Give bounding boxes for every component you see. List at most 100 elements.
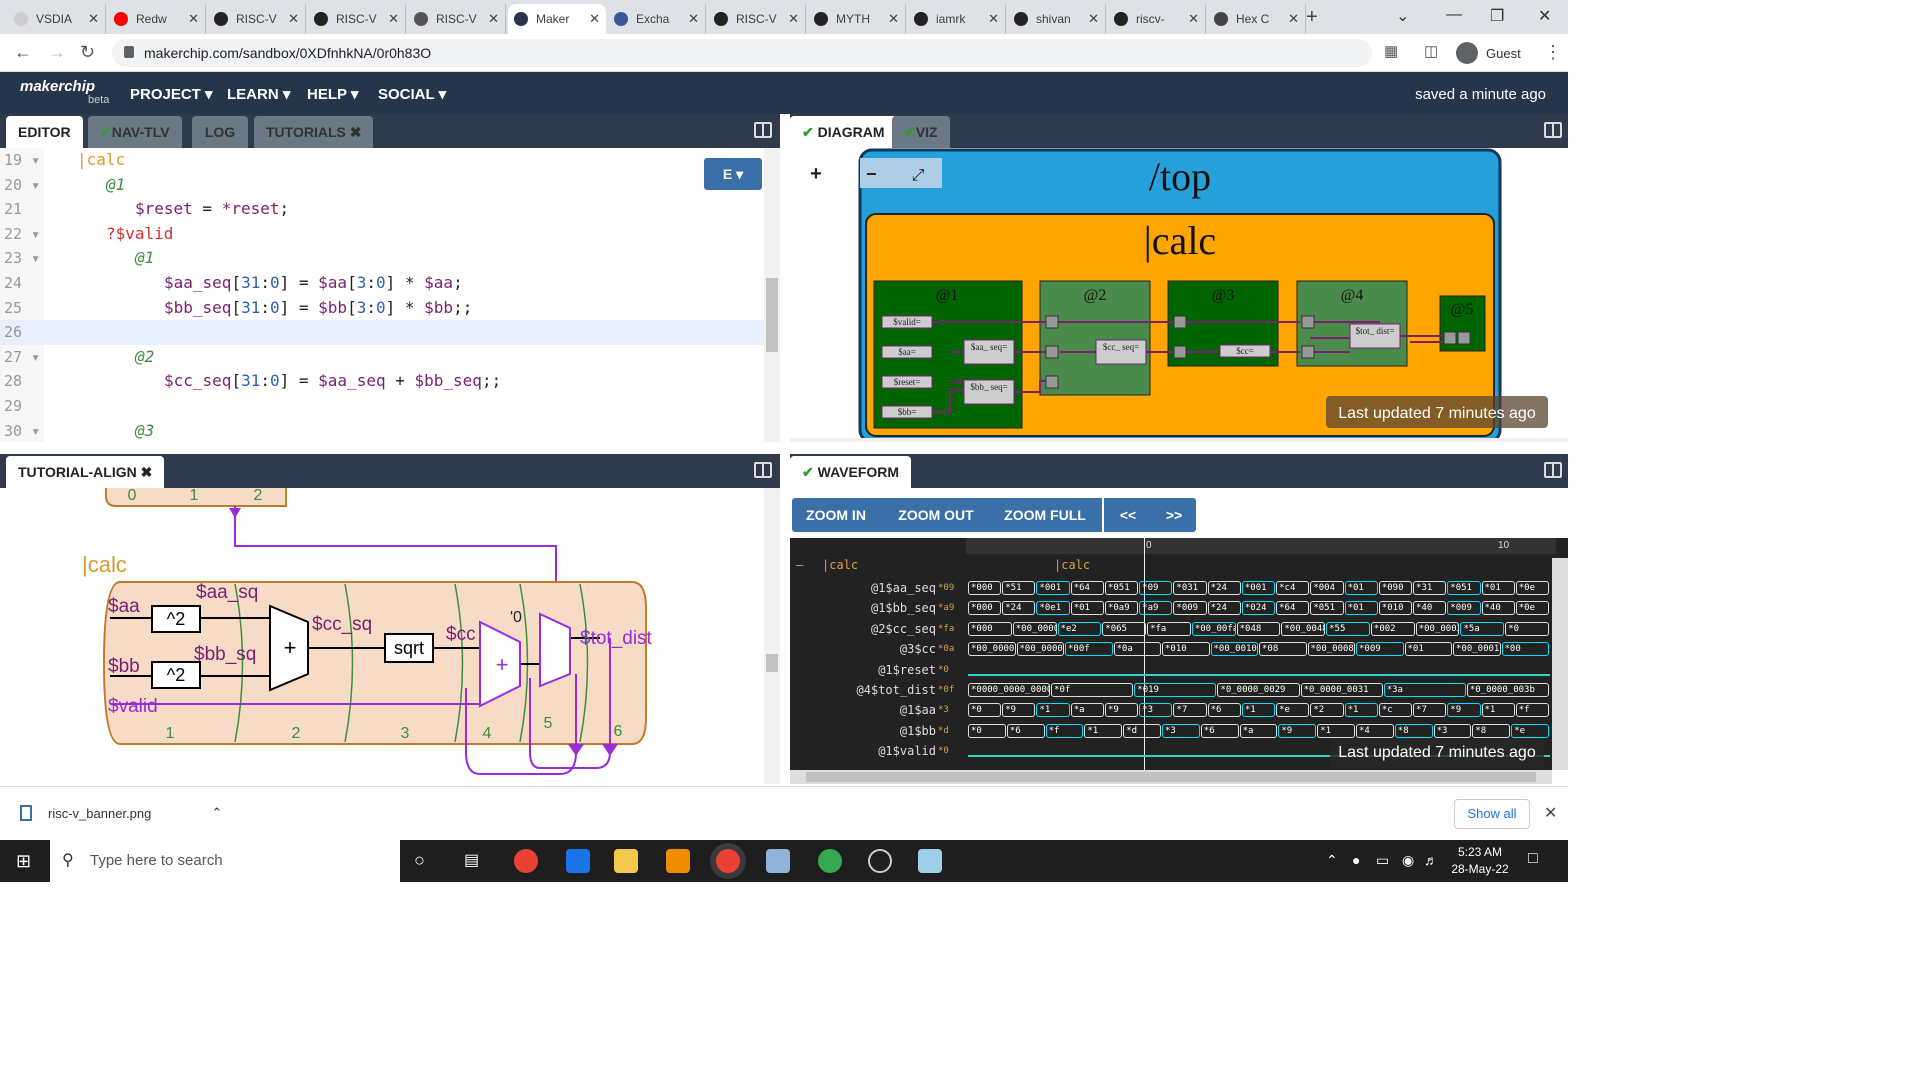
signal-name[interactable]: @1$valid xyxy=(790,741,936,761)
edge-icon[interactable] xyxy=(566,849,590,873)
code-line[interactable]: 28 $cc_seq[31:0] = $aa_seq + $bb_seq;; xyxy=(0,369,764,394)
close-tab-icon[interactable]: ✕ xyxy=(788,11,799,27)
signal-name[interactable]: @1$aa xyxy=(790,700,936,720)
makerchip-logo[interactable]: makerchip xyxy=(20,78,95,95)
tab-log[interactable]: LOG xyxy=(192,116,248,148)
editor-scroll-thumb[interactable] xyxy=(766,278,778,352)
diagram-hscroll[interactable] xyxy=(790,438,1568,442)
code-line[interactable]: 21 $reset = *reset; xyxy=(0,197,764,222)
close-tab-icon[interactable]: ✕ xyxy=(1088,11,1099,27)
chrome-icon[interactable] xyxy=(514,849,538,873)
zoom-in-button[interactable]: ZOOM IN xyxy=(796,498,876,532)
tab-nav-tlv[interactable]: ✔NAV-TLV xyxy=(88,116,182,148)
code-line[interactable]: 24 $aa_seq[31:0] = $aa[3:0] * $aa; xyxy=(0,271,764,296)
file-explorer-icon[interactable] xyxy=(614,849,638,873)
editor-options-button[interactable]: E ▾ xyxy=(704,158,762,190)
waveform-vscroll[interactable] xyxy=(1552,558,1568,770)
code-line[interactable]: 25 $bb_seq[31:0] = $bb[3:0] * $bb;; xyxy=(0,296,764,321)
windows-start-icon[interactable]: ⊞ xyxy=(16,851,31,872)
zoom-out-button[interactable]: ZOOM OUT xyxy=(890,498,982,532)
code-line[interactable]: 26 xyxy=(0,320,764,345)
maximize-pane-icon[interactable] xyxy=(754,462,772,478)
close-tab-icon[interactable]: ✕ xyxy=(488,11,499,27)
code-line[interactable]: 22 ▾ ?$valid xyxy=(0,222,764,247)
obs-icon[interactable] xyxy=(868,849,892,873)
signal-name[interactable]: @1$bb xyxy=(790,721,936,741)
code-editor[interactable]: 19 ▾ |calc 20 ▾ @1 21 $reset = *reset; 22 ▾ ?$v… xyxy=(0,148,780,442)
tab-waveform[interactable]: ✔ WAVEFORM xyxy=(790,456,912,488)
pipeline-diagram[interactable]: /top |calc @1 @2 @3 @4 @5 $valid= $aa= $… xyxy=(790,148,1568,442)
zoom-out-button[interactable]: − xyxy=(866,164,877,184)
close-tab-icon[interactable]: ✕ xyxy=(1188,11,1199,27)
browser-tab[interactable]: MYTH ✕ xyxy=(808,4,906,34)
code-line[interactable]: 29 xyxy=(0,394,764,419)
tab-editor[interactable]: EDITOR xyxy=(6,116,83,148)
paint-icon[interactable] xyxy=(766,849,790,873)
tab-viz[interactable]: ✔VIZ xyxy=(892,116,950,148)
browser-tab[interactable]: Excha ✕ xyxy=(608,4,706,34)
browser-tab[interactable]: VSDIA ✕ xyxy=(8,4,106,34)
close-window-button[interactable]: ✕ xyxy=(1538,6,1551,26)
close-tab-icon[interactable]: ✕ xyxy=(388,11,399,27)
code-line[interactable]: 30 ▾ @3 xyxy=(0,419,764,442)
minimize-button[interactable]: — xyxy=(1446,6,1462,24)
chrome-profile-icon[interactable] xyxy=(818,849,842,873)
vlc-icon[interactable] xyxy=(666,849,690,873)
browser-tab[interactable]: iamrk ✕ xyxy=(908,4,1006,34)
tab-tutorials[interactable]: TUTORIALS ✖ xyxy=(254,116,374,148)
browser-tab[interactable]: RISC-V ✕ xyxy=(208,4,306,34)
menu-help[interactable]: HELP ▾ xyxy=(307,85,358,103)
close-tab-icon[interactable]: ✕ xyxy=(188,11,199,27)
maximize-pane-icon[interactable] xyxy=(754,122,772,138)
download-item[interactable]: risc-v_banner.png ⌃ xyxy=(20,805,222,821)
code-line[interactable]: 20 ▾ @1 xyxy=(0,173,764,198)
scroll-left-button[interactable]: << xyxy=(1108,498,1148,532)
signal-name[interactable]: @4$tot_dist xyxy=(790,680,936,700)
close-tab-icon[interactable]: ✕ xyxy=(1288,11,1299,27)
browser-tab[interactable]: RISC-V ✕ xyxy=(408,4,506,34)
close-icon[interactable]: ✖ xyxy=(350,124,362,140)
browser-tab[interactable]: Maker ✕ xyxy=(508,4,606,34)
tab-search-icon[interactable]: ⌄ xyxy=(1396,6,1409,26)
browser-tab[interactable]: RISC-V ✕ xyxy=(708,4,806,34)
tutorial-scrollbar[interactable] xyxy=(764,488,780,784)
close-tab-icon[interactable]: ✕ xyxy=(288,11,299,27)
wifi-icon[interactable]: ◉ xyxy=(1402,852,1414,869)
zoom-in-button[interactable]: + xyxy=(810,163,822,185)
code-line[interactable]: 27 ▾ @2 xyxy=(0,345,764,370)
tab-tutorial-align[interactable]: TUTORIAL-ALIGN ✖ xyxy=(6,456,165,488)
signal-name[interactable]: @2$cc_seq xyxy=(790,619,936,639)
taskbar-search[interactable]: ⚲ Type here to search xyxy=(50,840,400,882)
taskbar-clock[interactable]: 5:23 AM 28-May-22 xyxy=(1440,844,1520,878)
close-icon[interactable]: ✖ xyxy=(141,464,153,480)
url-field[interactable]: makerchip.com/sandbox/0XDfnhkNA/0r0h83O xyxy=(112,39,1372,67)
maximize-pane-icon[interactable] xyxy=(1544,462,1562,478)
browser-tab[interactable]: shivan ✕ xyxy=(1008,4,1106,34)
maximize-button[interactable]: ❐ xyxy=(1490,6,1504,26)
close-tab-icon[interactable]: ✕ xyxy=(88,11,99,27)
volume-icon[interactable]: ♬ xyxy=(1424,852,1438,868)
forward-icon[interactable]: → xyxy=(48,42,66,63)
waveform-area[interactable]: 0 10 – |calc |calc @1$aa_seq *09 *000 *51 *0… xyxy=(790,538,1568,770)
browser-tab[interactable]: riscv- ✕ xyxy=(1108,4,1206,34)
browser-tab[interactable]: Redw ✕ xyxy=(108,4,206,34)
close-downloads-icon[interactable]: ✕ xyxy=(1544,803,1557,823)
scroll-right-button[interactable]: >> xyxy=(1154,498,1194,532)
close-tab-icon[interactable]: ✕ xyxy=(888,11,899,27)
close-tab-icon[interactable]: ✕ xyxy=(988,11,999,27)
cortana-icon[interactable]: ○ xyxy=(414,850,425,871)
new-tab-button[interactable]: + xyxy=(1306,6,1318,29)
close-tab-icon[interactable]: ✕ xyxy=(688,11,699,27)
chevron-up-icon[interactable]: ⌃ xyxy=(211,805,222,821)
menu-social[interactable]: SOCIAL ▾ xyxy=(378,85,446,103)
close-tab-icon[interactable]: ✕ xyxy=(589,11,600,27)
tutorial-scroll-thumb[interactable] xyxy=(766,654,778,672)
waveform-hscroll-thumb[interactable] xyxy=(806,772,1536,782)
extensions-icon[interactable]: ▦ xyxy=(1384,42,1398,60)
scope-toggle[interactable]: – xyxy=(796,558,803,572)
chrome-active-icon[interactable] xyxy=(716,849,740,873)
signal-name[interactable]: @1$bb_seq xyxy=(790,598,936,618)
signal-name[interactable]: @3$cc xyxy=(790,639,936,659)
tab-diagram[interactable]: ✔ DIAGRAM xyxy=(790,116,897,148)
notifications-icon[interactable]: □ xyxy=(1528,850,1538,868)
